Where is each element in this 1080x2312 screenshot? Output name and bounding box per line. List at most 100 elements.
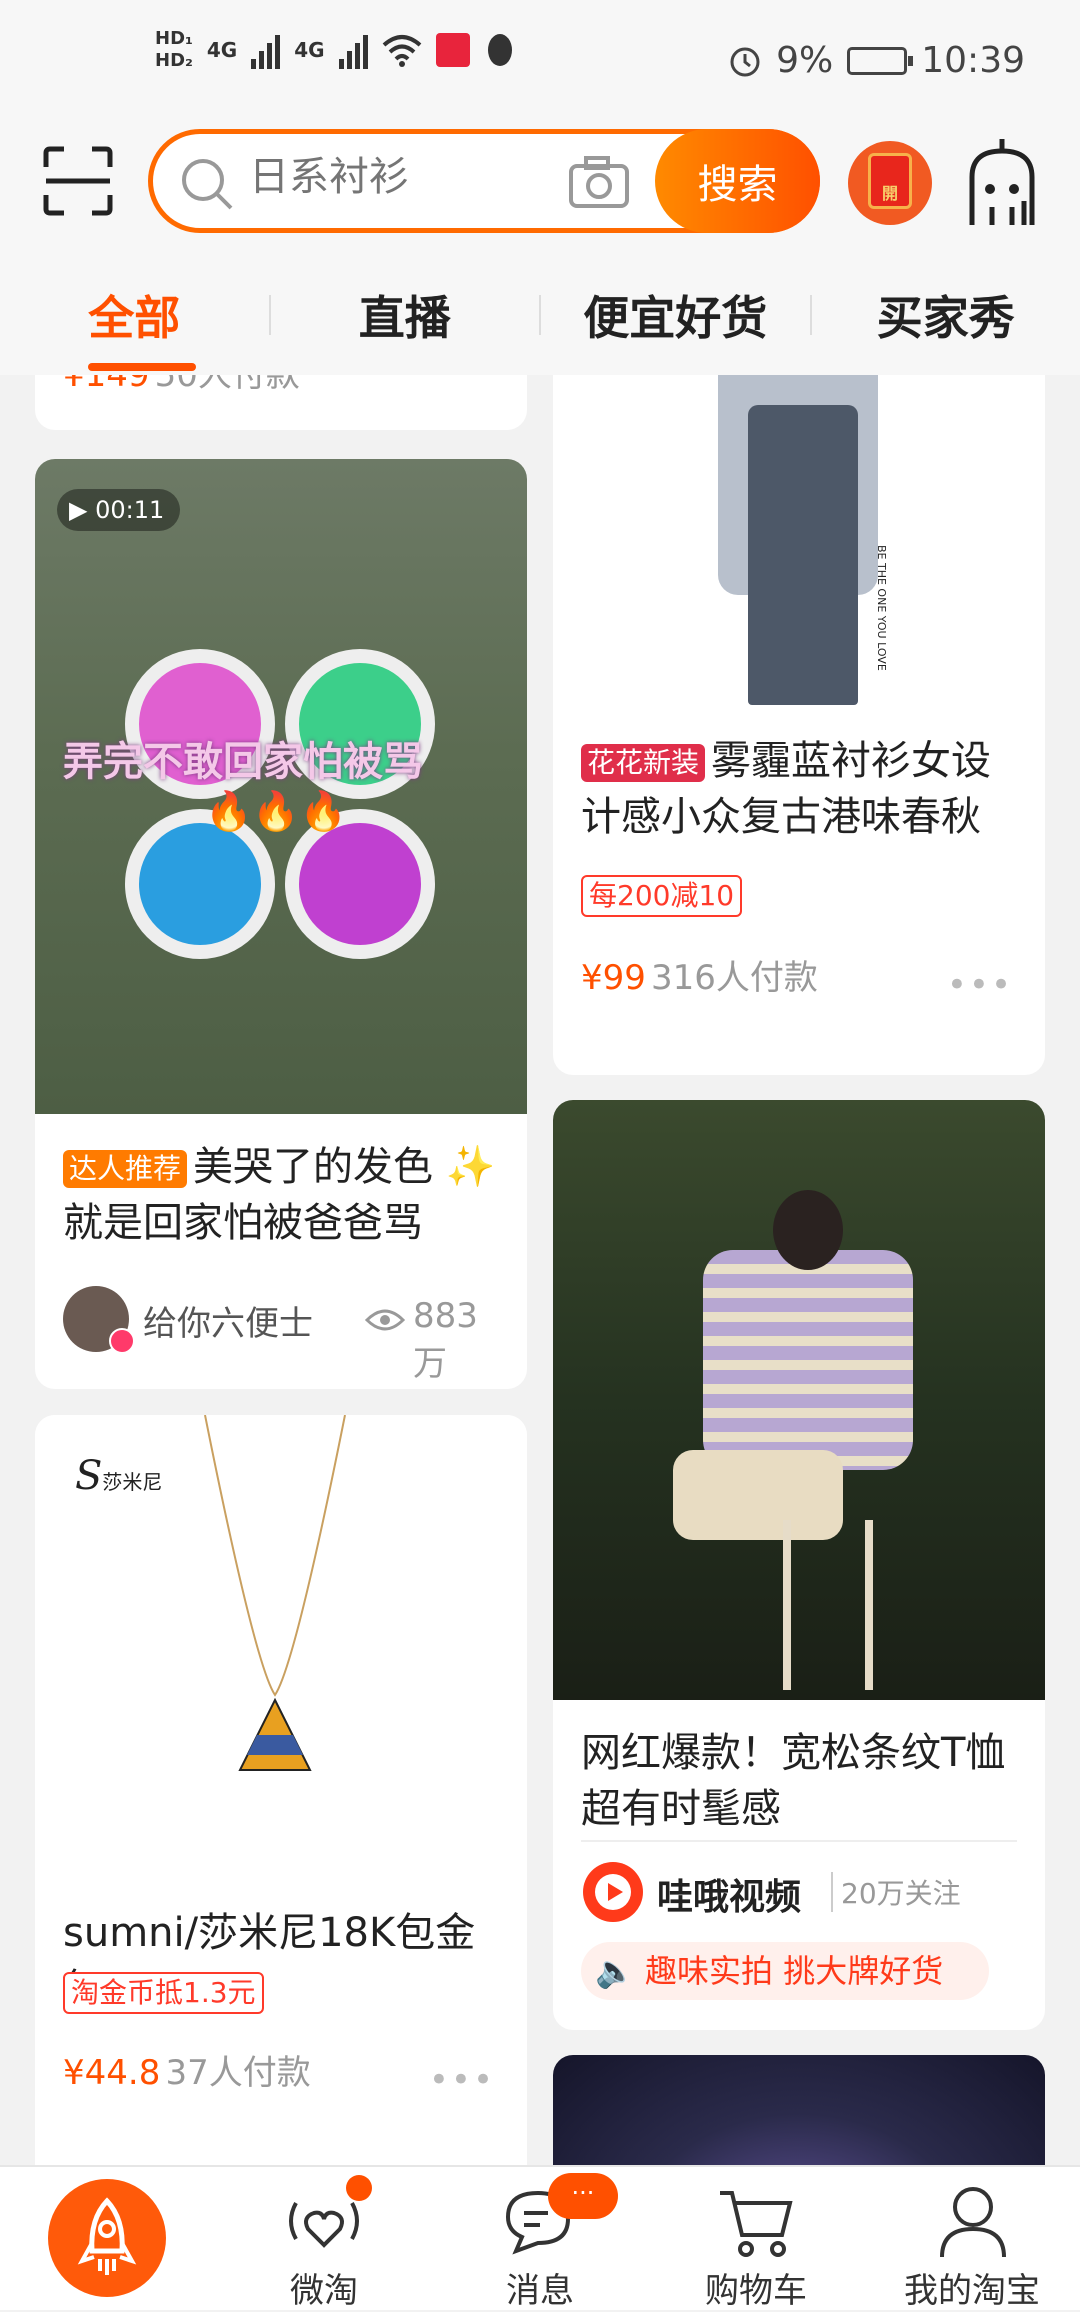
network1-label: 4G [207,38,237,62]
active-tab-indicator [88,363,196,371]
user-icon [938,2183,1008,2259]
person-head-graphic [773,1190,843,1270]
search-input[interactable] [249,154,549,200]
promo-tag: 每200减10 [581,875,742,917]
promo-row: 每200减10 [581,875,748,917]
notification-dot [346,2175,372,2201]
nav-label: 我的淘宝 [864,2263,1080,2312]
qq-penguin-icon [484,32,516,68]
promo-tag: 淘金币抵1.3元 [63,1972,264,2014]
sales-count: 50人付款 [155,375,300,395]
bottom-nav: 微淘 ··· 消息 购物车 我的淘宝 [0,2165,1080,2310]
more-options-icon[interactable]: ••• [947,965,1013,1005]
tab-all[interactable]: 全部 [0,282,269,348]
view-count: 883万 [413,1296,503,1385]
app-notification-icon [436,33,470,67]
nav-label: 购物车 [648,2263,864,2312]
product-image[interactable] [553,1100,1045,1700]
hd-indicator: HD₁ HD₂ [155,28,193,72]
verified-badge-icon [109,1328,135,1354]
tab-live[interactable]: 直播 [271,282,540,348]
clock: 10:39 [921,40,1025,81]
fire-emoji: 🔥🔥🔥 [205,789,347,834]
necklace-graphic [185,1415,365,1795]
price: ¥149 50人付款 [63,375,300,396]
tab-buyer-show[interactable]: 买家秀 [812,282,1080,348]
price-currency: ¥ [63,375,85,395]
video-thumbnail[interactable]: ▶ 00:11 弄完不敢回家怕被骂 🔥🔥🔥 [35,459,527,1114]
video-overlay-text: 弄完不敢回家怕被骂 [63,729,423,787]
search-box[interactable]: 搜索 [148,129,820,233]
play-icon: ▶ [69,496,95,524]
product-image[interactable]: BE THE ONE YOU LOVE [553,375,1045,725]
status-right: 9% 10:39 [728,40,1025,81]
camera-icon[interactable] [568,154,630,210]
nav-label: 消息 [432,2263,648,2312]
search-button[interactable]: 搜索 [655,129,820,233]
slogan-text: 趣味实拍 挑大牌好货 [645,1952,943,1990]
channel-row[interactable]: 哇哦视频 20万关注 [581,1856,1021,1926]
sales-count: 316人付款 [651,958,818,998]
promo-row: 淘金币抵1.3元 [63,1972,270,2014]
author-name: 给你六便士 [143,1296,313,1345]
price-row: ¥44.8 37人付款 [63,2045,311,2094]
video-card[interactable]: ▶ 00:11 弄完不敢回家怕被骂 🔥🔥🔥 达人推荐美哭了的发色 ✨ 就是回家怕… [35,459,527,1389]
product-title[interactable]: 花花新装雾霾蓝衬衫女设 计感小众复古港味春秋 [553,733,1019,845]
network2-label: 4G [294,38,324,62]
dress-print-text: BE THE ONE YOU LOVE [875,545,888,671]
product-card[interactable]: S莎米尼 sumni/莎米尼18K包金复 淘金币抵1.3元 ¥44.8 37人付… [35,1415,527,2165]
video-title[interactable]: 达人推荐美哭了的发色 ✨ 就是回家怕被爸爸骂 [35,1139,524,1251]
signal-icon [339,31,368,69]
search-header: 搜索 開 [0,125,1080,255]
sales-count: 37人付款 [165,2053,310,2093]
redpacket-button[interactable]: 開 [848,141,932,225]
wifi-icon [382,33,422,67]
title-line: 超有时髦感 [581,1786,781,1832]
expert-recommend-tag: 达人推荐 [63,1150,187,1188]
divider [581,1840,1017,1842]
product-card[interactable]: ¥149 50人付款 ••• [35,375,527,430]
video-duration-badge: ▶ 00:11 [57,489,180,531]
alarm-icon [728,44,762,78]
title-line: 就是回家怕被爸爸骂 [63,1200,423,1246]
scan-button[interactable] [42,145,114,217]
video-card[interactable]: 网红爆款！宽松条纹T恤 超有时髦感 哇哦视频 20万关注 🔈 趣味实拍 挑大牌好… [553,1100,1045,2030]
battery-percent: 9% [776,40,833,81]
product-title[interactable]: 网红爆款！宽松条纹T恤 超有时髦感 [553,1725,1033,1837]
product-card[interactable] [553,2055,1045,2165]
author-row[interactable]: 给你六便士 883万 [63,1284,503,1354]
price-currency: ¥ [581,958,603,998]
redpacket-icon: 開 [868,153,912,209]
product-feed[interactable]: ¥149 50人付款 ••• ▶ 00:11 弄完不敢回家怕被骂 🔥🔥🔥 达人推… [0,375,1080,2165]
tab-cheap-goods[interactable]: 便宜好货 [541,282,810,348]
price-currency: ¥ [63,2053,85,2093]
hd2-label: HD₂ [155,50,193,72]
nav-cart[interactable]: 购物车 [648,2167,864,2310]
speaker-icon: 🔈 [595,1952,635,1990]
robot-icon[interactable] [962,137,1042,229]
category-tabs: 全部 直播 便宜好货 买家秀 [0,255,1080,375]
price-row: ¥99 316人付款 [581,950,818,999]
rocket-icon[interactable] [48,2179,166,2297]
scan-icon [42,145,114,217]
hd1-label: HD₁ [155,28,193,50]
nav-my-taobao[interactable]: 我的淘宝 [864,2167,1080,2310]
product-image[interactable]: S莎米尼 [35,1415,527,1885]
channel-slogan[interactable]: 🔈 趣味实拍 挑大牌好货 [581,1942,989,2000]
wow-video-logo-icon [581,1860,645,1924]
title-line: 美哭了的发色 ✨ [193,1144,496,1190]
nav-home[interactable] [0,2167,216,2310]
more-options-icon[interactable]: ••• [429,375,495,387]
nav-messages[interactable]: ··· 消息 [432,2167,648,2310]
nav-weitao[interactable]: 微淘 [216,2167,432,2310]
stool-graphic [783,1520,873,1690]
price-value: 99 [603,958,646,998]
product-card[interactable]: BE THE ONE YOU LOVE 花花新装雾霾蓝衬衫女设 计感小众复古港味… [553,375,1045,1075]
more-options-icon[interactable]: ••• [429,2060,495,2100]
eye-icon [365,1306,405,1334]
follower-count: 20万关注 [831,1872,961,1912]
tshirt-graphic [703,1250,913,1470]
battery-icon [847,47,907,75]
price-value: 44 [85,2053,128,2093]
product-image[interactable] [553,2055,1045,2165]
